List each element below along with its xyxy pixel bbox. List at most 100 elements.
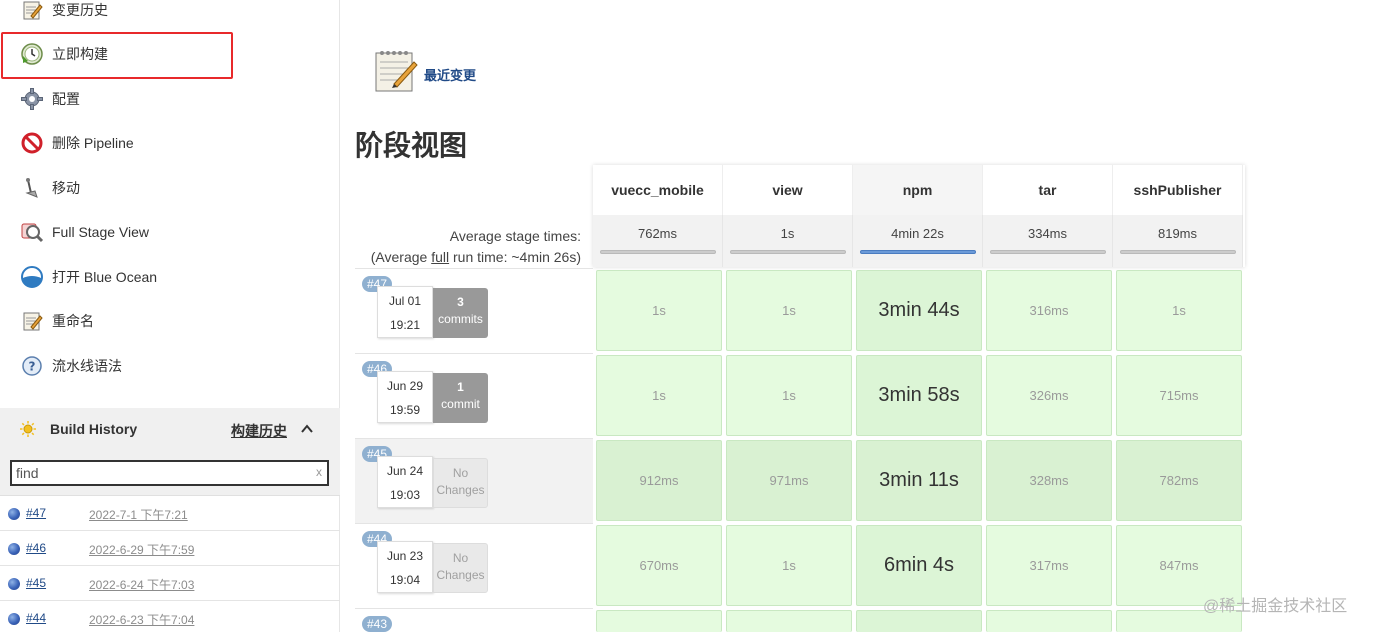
build-number-link[interactable]: #45 xyxy=(26,576,46,590)
task-change-history[interactable]: 变更历史 xyxy=(0,0,340,32)
avg-line-1: Average stage times: xyxy=(449,228,581,244)
stage-cell[interactable]: 328ms xyxy=(986,440,1112,521)
stage-cell[interactable]: 326ms xyxy=(986,355,1112,436)
progress-bar xyxy=(860,250,976,254)
stage-cell[interactable]: 1s xyxy=(596,270,722,351)
stage-cell[interactable]: 3min 44s xyxy=(856,270,982,351)
build-number-link[interactable]: #47 xyxy=(26,506,46,520)
sun-icon xyxy=(20,421,36,440)
stage-cell[interactable]: 317ms xyxy=(986,525,1112,606)
build-date-card: Jun 24 19:03 xyxy=(377,456,433,508)
sidebar: 变更历史 立即构建 配置 删除 Pipeline 移动 Full Stage V… xyxy=(0,0,340,632)
average-stage-times-label: Average stage times: (Average full run t… xyxy=(355,226,581,268)
build-number-link[interactable]: #44 xyxy=(26,611,46,625)
build-history-row[interactable]: #47 2022-7-1 下午7:21 xyxy=(0,496,340,531)
build-date-link[interactable]: 2022-7-1 下午7:21 xyxy=(89,506,188,523)
notepad-icon xyxy=(20,309,44,333)
gear-icon xyxy=(20,87,44,111)
no-entry-icon xyxy=(20,131,44,155)
task-move[interactable]: 移动 xyxy=(0,166,340,210)
stage-cell[interactable]: 1s xyxy=(596,355,722,436)
stage-cell[interactable]: 3min 58s xyxy=(856,355,982,436)
stage-cell[interactable]: 1s xyxy=(726,355,852,436)
status-ball-icon xyxy=(8,543,20,555)
build-row[interactable]: #44 Jun 23 19:04 No Changes xyxy=(355,523,593,608)
task-pipeline-syntax[interactable]: ? 流水线语法 xyxy=(0,344,340,388)
build-history-title: Build History xyxy=(50,421,138,437)
build-number-link[interactable]: #46 xyxy=(26,541,46,555)
help-icon: ? xyxy=(20,354,44,378)
stage-cell[interactable]: 670ms xyxy=(596,525,722,606)
task-label: Full Stage View xyxy=(52,224,150,240)
build-history-row[interactable]: #45 2022-6-24 下午7:03 xyxy=(0,566,340,601)
stage-header-sshpublisher: sshPublisher xyxy=(1113,165,1243,215)
build-row[interactable]: #43 xyxy=(355,608,593,632)
build-history-row[interactable]: #44 2022-6-23 下午7:04 xyxy=(0,601,340,632)
full-link[interactable]: full xyxy=(431,249,449,265)
stage-cell[interactable] xyxy=(726,610,852,632)
stage-cell[interactable]: 316ms xyxy=(986,270,1112,351)
progress-bar xyxy=(1120,250,1236,254)
build-row[interactable]: #47 Jul 01 19:21 3 commits xyxy=(355,268,593,353)
task-configure[interactable]: 配置 xyxy=(0,77,340,121)
task-full-stage-view[interactable]: Full Stage View xyxy=(0,210,340,254)
build-history-link[interactable]: 构建历史 xyxy=(231,421,287,441)
task-build-now[interactable]: 立即构建 xyxy=(0,32,340,76)
stage-cell[interactable] xyxy=(986,610,1112,632)
stage-cell[interactable]: 1s xyxy=(1116,270,1242,351)
avg-line-2: (Average full run time: ~4min 26s) xyxy=(370,249,581,265)
stage-cell[interactable]: 6min 4s xyxy=(856,525,982,606)
build-date-card: Jun 29 19:59 xyxy=(377,371,433,423)
stage-cell[interactable]: 3min 11s xyxy=(856,440,982,521)
task-label: 删除 Pipeline xyxy=(52,135,134,151)
stage-cell[interactable]: 912ms xyxy=(596,440,722,521)
stage-cell[interactable]: 715ms xyxy=(1116,355,1242,436)
build-history-row[interactable]: #46 2022-6-29 下午7:59 xyxy=(0,531,340,566)
clear-filter-icon[interactable]: x xyxy=(316,465,322,479)
build-filter-bar: x xyxy=(0,450,340,496)
recent-changes[interactable]: 最近变更 xyxy=(374,48,524,96)
changes-box[interactable]: 1 commit xyxy=(433,373,488,423)
progress-bar xyxy=(990,250,1106,254)
build-date-link[interactable]: 2022-6-23 下午7:04 xyxy=(89,611,194,628)
stage-cell[interactable]: 971ms xyxy=(726,440,852,521)
task-label: 配置 xyxy=(52,91,80,107)
stage-cell[interactable] xyxy=(596,610,722,632)
stage-header-view: view xyxy=(723,165,853,215)
watermark: @稀土掘金技术社区 xyxy=(1203,598,1348,615)
status-ball-icon xyxy=(8,578,20,590)
task-label: 重命名 xyxy=(52,313,94,329)
task-delete-pipeline[interactable]: 删除 Pipeline xyxy=(0,121,340,165)
task-open-blue-ocean[interactable]: 打开 Blue Ocean xyxy=(0,255,340,299)
task-rename[interactable]: 重命名 xyxy=(0,299,340,343)
changes-box: No Changes xyxy=(433,543,488,593)
changes-box[interactable]: 3 commits xyxy=(433,288,488,338)
recent-changes-link[interactable]: 最近变更 xyxy=(424,65,476,84)
stage-cell[interactable]: 1s xyxy=(726,270,852,351)
stage-cell[interactable] xyxy=(856,610,982,632)
build-badge[interactable]: #43 xyxy=(362,616,393,632)
avg-time-cell: 334ms xyxy=(983,215,1113,267)
build-row[interactable]: #46 Jun 29 19:59 1 commit xyxy=(355,353,593,438)
magnifier-icon xyxy=(20,220,44,244)
task-label: 流水线语法 xyxy=(52,358,122,374)
build-date-link[interactable]: 2022-6-29 下午7:59 xyxy=(89,541,194,558)
build-row[interactable]: #45 Jun 24 19:03 No Changes xyxy=(355,438,593,523)
move-icon xyxy=(20,176,44,200)
blue-ocean-icon xyxy=(20,265,44,289)
changes-box: No Changes xyxy=(433,458,488,508)
stage-header-vuecc-mobile: vuecc_mobile xyxy=(593,165,723,215)
build-filter-box: x xyxy=(10,460,329,486)
chevron-up-icon[interactable] xyxy=(300,422,314,439)
status-ball-icon xyxy=(8,508,20,520)
stage-cell[interactable]: 782ms xyxy=(1116,440,1242,521)
build-date-card: Jun 23 19:04 xyxy=(377,541,433,593)
build-date-link[interactable]: 2022-6-24 下午7:03 xyxy=(89,576,194,593)
notepad-icon xyxy=(20,0,44,22)
progress-bar xyxy=(600,250,716,254)
status-ball-icon xyxy=(8,613,20,625)
stage-cell[interactable]: 1s xyxy=(726,525,852,606)
task-label: 移动 xyxy=(52,180,80,196)
notepad-large-icon xyxy=(374,48,418,97)
build-filter-input[interactable] xyxy=(16,464,306,482)
